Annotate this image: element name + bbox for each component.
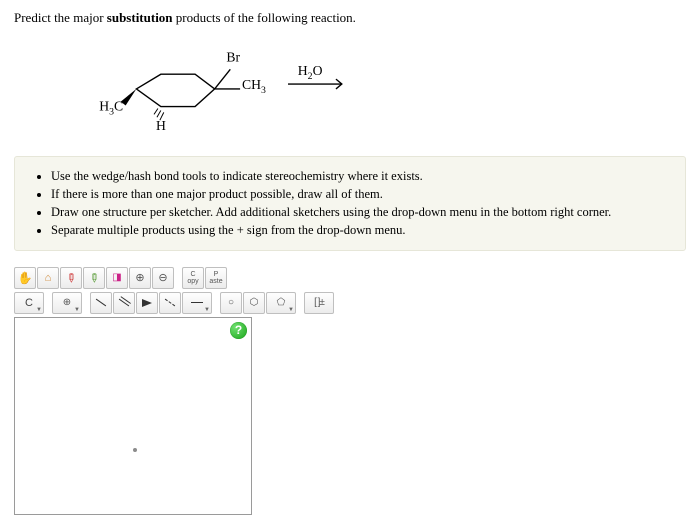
ring-icon: ○ (228, 297, 234, 308)
bond-wedge[interactable] (136, 292, 158, 314)
ring-cyclo[interactable]: ○ (220, 292, 242, 314)
canvas-center-dot (133, 448, 137, 452)
ring-hex[interactable]: ⬡ (243, 292, 265, 314)
label-h2o: H2O (298, 63, 323, 82)
tool-zoom-out[interactable]: ⊖ (152, 267, 174, 289)
tool-zoom-in[interactable]: ⊕ (129, 267, 151, 289)
pencil-icon: ✎ (62, 269, 79, 286)
tool-copy[interactable]: Copy (182, 267, 204, 289)
atom-c-label: C (25, 297, 33, 309)
tool-erase[interactable]: ◨ (106, 267, 128, 289)
bond-double-icon (119, 299, 129, 307)
brackets-tool[interactable]: [ ]± (304, 292, 334, 314)
atom-picker[interactable]: C▼ (14, 292, 44, 314)
ring-pent[interactable]: ⬠▼ (266, 292, 296, 314)
bond-more[interactable]: ▼ (182, 292, 212, 314)
hash-icon (165, 299, 175, 307)
label-br: Br (226, 50, 240, 65)
bond-hash[interactable] (159, 292, 181, 314)
bond-single-icon (96, 299, 106, 307)
instruction-item: Separate multiple products using the + s… (51, 221, 671, 239)
question-prompt: Predict the major substitution products … (14, 10, 686, 26)
label-h3c: H3C (99, 98, 123, 117)
chevron-down-icon: ▼ (36, 307, 42, 313)
hexagon-icon: ⬡ (250, 297, 259, 308)
prompt-post: products of the following reaction. (173, 10, 356, 25)
plus-icon: ⊕ (63, 297, 71, 308)
structure-sketcher: ✋ ⌂ ✎ ✎ ◨ ⊕ ⊖ Copy Paste C▼ ⊕▼ ▼ ○ ⬡ ⬠▼ … (14, 267, 334, 515)
charge-tool[interactable]: ⊕▼ (52, 292, 82, 314)
instructions-list: Use the wedge/hash bond tools to indicat… (29, 167, 671, 240)
tool-hand[interactable]: ✋ (14, 267, 36, 289)
help-button[interactable]: ? (230, 322, 247, 339)
bond-double[interactable] (113, 292, 135, 314)
home-icon: ⌂ (45, 272, 52, 284)
help-icon: ? (235, 323, 242, 337)
drawing-canvas[interactable]: ? (14, 317, 252, 515)
tool-pen[interactable]: ✎ (83, 267, 105, 289)
chevron-down-icon: ▼ (288, 307, 294, 313)
label-h: H (156, 118, 166, 130)
bond-icon (191, 302, 203, 303)
toolbar-bottom: C▼ ⊕▼ ▼ ○ ⬡ ⬠▼ [ ]± (14, 292, 334, 314)
toolbar-top: ✋ ⌂ ✎ ✎ ◨ ⊕ ⊖ Copy Paste (14, 267, 334, 289)
label-ch3: CH3 (242, 77, 266, 96)
chevron-down-icon: ▼ (74, 307, 80, 313)
wedge-icon (142, 299, 152, 307)
zoom-in-icon: ⊕ (135, 271, 144, 284)
chevron-down-icon: ▼ (204, 307, 210, 313)
hand-icon: ✋ (18, 271, 33, 285)
prompt-pre: Predict the major (14, 10, 107, 25)
tool-paste[interactable]: Paste (205, 267, 227, 289)
instruction-item: Draw one structure per sketcher. Add add… (51, 203, 671, 221)
bond-single[interactable] (90, 292, 112, 314)
brackets-icon: [ ]± (314, 297, 324, 308)
reaction-scheme: Br CH3 H3C H H2O (94, 40, 394, 130)
prompt-bold: substitution (107, 10, 173, 25)
erase-icon: ◨ (112, 272, 121, 283)
pen-icon: ✎ (85, 269, 102, 286)
pentagon-icon: ⬠ (277, 297, 286, 308)
zoom-out-icon: ⊖ (158, 271, 167, 284)
instruction-item: If there is more than one major product … (51, 185, 671, 203)
instruction-item: Use the wedge/hash bond tools to indicat… (51, 167, 671, 185)
instructions-box: Use the wedge/hash bond tools to indicat… (14, 156, 686, 251)
tool-home[interactable]: ⌂ (37, 267, 59, 289)
tool-draw[interactable]: ✎ (60, 267, 82, 289)
